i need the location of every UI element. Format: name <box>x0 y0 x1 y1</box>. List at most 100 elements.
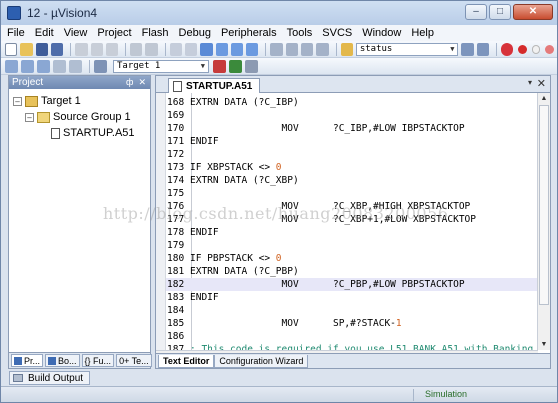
menu-file[interactable]: File <box>7 27 25 39</box>
target-combo[interactable]: Target 1 ▼ <box>113 59 209 73</box>
unindent-icon[interactable] <box>285 42 298 56</box>
debug-session-icon[interactable] <box>500 42 514 56</box>
pin-icon[interactable]: ф <box>126 77 133 88</box>
tab-functions[interactable]: {} Fu... <box>81 354 115 367</box>
code-line[interactable]: 185 MOV SP,#?STACK-1 <box>166 317 538 330</box>
build-icon[interactable] <box>21 59 34 73</box>
target-options-icon[interactable] <box>213 59 226 73</box>
build-toolbar: Target 1 ▼ <box>1 58 557 75</box>
scroll-up-icon[interactable]: ▲ <box>538 93 550 104</box>
tab-configuration-wizard[interactable]: Configuration Wizard <box>214 354 309 368</box>
code-line[interactable]: 182 MOV ?C_PBP,#LOW PBPSTACKTOP <box>166 278 538 291</box>
code-line[interactable]: 170 MOV ?C_IBP,#LOW IBPSTACKTOP <box>166 122 538 135</box>
maximize-button[interactable]: □ <box>489 4 511 20</box>
tab-build-output[interactable]: Build Output <box>9 371 91 385</box>
tab-templates[interactable]: 0+ Te... <box>116 354 152 367</box>
new-file-icon[interactable] <box>5 42 18 56</box>
bookmark-prev-icon[interactable] <box>215 42 228 56</box>
save-all-icon[interactable] <box>51 42 64 56</box>
tab-project[interactable]: Pr... <box>11 354 44 367</box>
code-line[interactable]: 183 ENDIF <box>166 291 538 304</box>
line-number: 176 <box>167 201 185 212</box>
code-line[interactable]: 168 EXTRN DATA (?C_IBP) <box>166 96 538 109</box>
tab-text-editor[interactable]: Text Editor <box>158 354 215 368</box>
comment-icon[interactable] <box>300 42 314 56</box>
code-line[interactable]: 177 MOV ?C_XBP+1,#LOW XBPSTACKTOP <box>166 213 538 226</box>
scrollbar-thumb[interactable] <box>539 105 549 305</box>
line-number: 180 <box>167 253 185 264</box>
close-icon[interactable]: ✕ <box>537 77 546 90</box>
save-icon[interactable] <box>35 42 48 56</box>
minimize-button[interactable]: – <box>465 4 487 20</box>
breakpoint-disable-icon[interactable] <box>531 44 541 54</box>
code-line[interactable]: 180 IF PBPSTACK <> 0 <box>166 252 538 265</box>
menu-view[interactable]: View <box>64 27 88 39</box>
nav-back-icon[interactable] <box>169 42 182 56</box>
code-line[interactable]: 174 EXTRN DATA (?C_XBP) <box>166 174 538 187</box>
copy-icon[interactable] <box>90 42 103 56</box>
bookmark-next-icon[interactable] <box>230 42 244 56</box>
chevron-down-icon[interactable]: ▼ <box>450 44 454 55</box>
find-combo[interactable]: status ▼ <box>355 42 459 56</box>
download-icon[interactable] <box>94 59 107 73</box>
tab-list-icon[interactable]: ▾ <box>528 78 532 87</box>
undo-icon[interactable] <box>130 42 143 56</box>
stop-build-icon[interactable] <box>69 59 82 73</box>
find-icon[interactable] <box>476 42 490 56</box>
code-line[interactable]: 178 ENDIF <box>166 226 538 239</box>
close-button[interactable]: ✕ <box>513 4 553 20</box>
code-line[interactable]: 184 <box>166 304 538 317</box>
open-folder-icon[interactable] <box>20 42 33 56</box>
menu-debug[interactable]: Debug <box>179 27 211 39</box>
code-line[interactable]: 171 ENDIF <box>166 135 538 148</box>
bookmark-clear-icon[interactable] <box>246 42 259 56</box>
close-icon[interactable]: ✕ <box>138 77 146 88</box>
find-in-files-icon[interactable] <box>340 42 353 56</box>
bookmark-icon[interactable] <box>200 42 213 56</box>
code-line[interactable]: 181 EXTRN DATA (?C_PBP) <box>166 265 538 278</box>
manage-books-icon[interactable] <box>245 59 258 73</box>
menu-tools[interactable]: Tools <box>287 27 313 39</box>
chevron-down-icon[interactable]: ▼ <box>201 61 205 72</box>
scroll-down-icon[interactable]: ▼ <box>538 339 550 350</box>
uncomment-icon[interactable] <box>316 42 329 56</box>
code-line[interactable]: 172 <box>166 148 538 161</box>
batch-build-icon[interactable] <box>53 59 66 73</box>
menu-help[interactable]: Help <box>411 27 434 39</box>
breakpoint-clear-icon[interactable] <box>545 44 554 54</box>
nav-forward-icon[interactable] <box>184 42 198 56</box>
collapse-icon[interactable]: – <box>13 96 22 106</box>
menu-project[interactable]: Project <box>97 27 131 39</box>
tab-books[interactable]: Bo... <box>45 354 80 367</box>
rebuild-icon[interactable] <box>37 59 50 73</box>
collapse-icon[interactable]: – <box>25 112 34 122</box>
redo-icon[interactable] <box>145 42 158 56</box>
paste-icon[interactable] <box>105 42 119 56</box>
code-view[interactable]: 168 EXTRN DATA (?C_IBP) 169 170 MOV ?C_IBP,… <box>156 93 538 350</box>
code-line[interactable]: 179 <box>166 239 538 252</box>
cut-icon[interactable] <box>75 42 88 56</box>
file-tab-startup[interactable]: STARTUP.A51 <box>168 78 260 93</box>
menu-flash[interactable]: Flash <box>142 27 169 39</box>
code-line[interactable]: 186 <box>166 330 538 343</box>
code-line[interactable]: 175 <box>166 187 538 200</box>
menu-svcs[interactable]: SVCS <box>322 27 352 39</box>
breakpoint-icon[interactable] <box>518 44 527 54</box>
menu-window[interactable]: Window <box>362 27 401 39</box>
menu-peripherals[interactable]: Peripherals <box>221 27 277 39</box>
tree-item-startup-file[interactable]: STARTUP.A51 <box>11 125 148 141</box>
indent-icon[interactable] <box>270 42 283 56</box>
code-line[interactable]: 187; This code is required if you use L5… <box>166 343 538 350</box>
vertical-scrollbar[interactable]: ▲ ▼ <box>537 93 550 350</box>
menu-edit[interactable]: Edit <box>35 27 54 39</box>
code-line[interactable]: 169 <box>166 109 538 122</box>
tree-item-source-group[interactable]: – Source Group 1 <box>11 109 148 125</box>
code-text: IF PBPSTACK <> <box>190 253 276 264</box>
translate-icon[interactable] <box>5 59 18 73</box>
code-line[interactable]: 176 MOV ?C_XBP,#HIGH XBPSTACKTOP <box>166 200 538 213</box>
status-bar: Simulation <box>1 386 557 402</box>
incremental-find-icon[interactable] <box>461 42 474 56</box>
code-line[interactable]: 173 IF XBPSTACK <> 0 <box>166 161 538 174</box>
manage-components-icon[interactable] <box>229 59 242 73</box>
tree-item-target[interactable]: – Target 1 <box>11 93 148 109</box>
